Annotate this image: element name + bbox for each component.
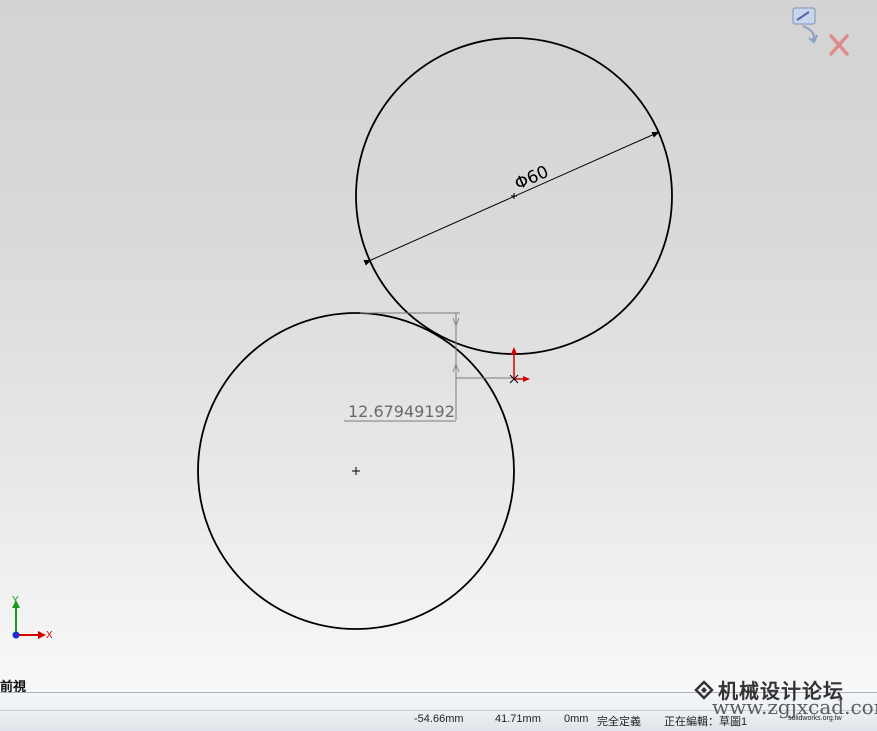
triad-x-label: X xyxy=(46,630,53,641)
sketch-canvas[interactable]: Φ60 12.67949192 Y X xyxy=(0,0,877,692)
status-z-coordinate: 0mm xyxy=(564,713,589,725)
diameter-dimension-text[interactable]: Φ60 xyxy=(512,162,552,195)
status-bar: -54.66mm 41.71mm 0mm 完全定義 正在編輯：草圖1 xyxy=(0,692,877,731)
status-editing: 正在編輯：草圖1 xyxy=(664,716,748,728)
exit-sketch-icon[interactable] xyxy=(792,7,818,44)
graphics-area[interactable]: Φ60 12.67949192 Y X xyxy=(0,0,877,692)
status-definition-state[interactable]: 完全定義 xyxy=(597,713,641,729)
status-x-coordinate: -54.66mm xyxy=(414,713,464,725)
cancel-sketch-icon[interactable] xyxy=(829,34,849,56)
status-y-coordinate: 41.71mm xyxy=(495,713,541,725)
distance-dimension-text[interactable]: 12.67949192 xyxy=(348,402,455,421)
triad-y-label: Y xyxy=(12,595,19,606)
center-mark-upper xyxy=(511,193,517,199)
confirmation-corner[interactable] xyxy=(789,4,859,66)
sketch-origin-icon xyxy=(509,347,530,384)
center-mark-lower xyxy=(352,467,360,475)
